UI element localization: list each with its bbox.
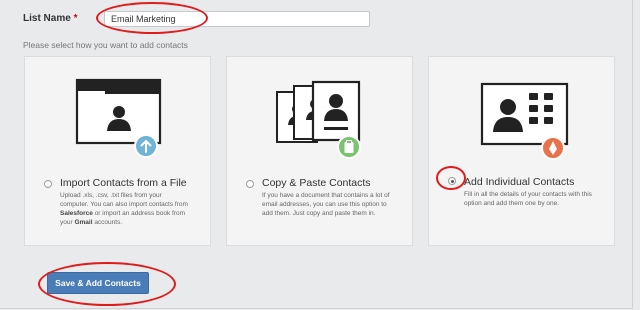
add-individual-title: Add Individual Contacts [464,176,575,188]
add-method-hint: Please select how you want to add contac… [23,40,188,50]
pen-nib-icon [541,136,565,160]
copy-paste-title: Copy & Paste Contacts [262,177,371,189]
import-file-description: Upload .xls, .csv, .txt files from your … [60,192,188,226]
clipboard-icon [337,135,361,159]
required-mark: * [73,13,78,24]
add-individual-radio[interactable] [448,177,456,185]
add-individual-description: Fill in all the details of your contacts… [464,191,592,207]
option-card-import-file[interactable]: Import Contacts from a File Upload .xls,… [24,56,211,246]
copy-paste-illustration [276,80,361,159]
list-name-label: List Name * [23,13,78,24]
import-file-illustration [75,78,162,158]
import-file-radio[interactable] [44,180,52,188]
list-name-input[interactable] [104,11,370,27]
option-card-copy-paste[interactable]: Copy & Paste Contacts If you have a docu… [226,56,413,246]
add-individual-illustration [480,82,569,160]
option-card-add-individual[interactable]: Add Individual Contacts Fill in all the … [428,56,615,246]
upload-arrow-icon [134,134,158,158]
copy-paste-radio[interactable] [246,180,254,188]
save-add-contacts-button[interactable]: Save & Add Contacts [47,272,149,294]
copy-paste-description: If you have a document that contains a l… [262,192,390,217]
import-file-title: Import Contacts from a File [60,177,187,189]
